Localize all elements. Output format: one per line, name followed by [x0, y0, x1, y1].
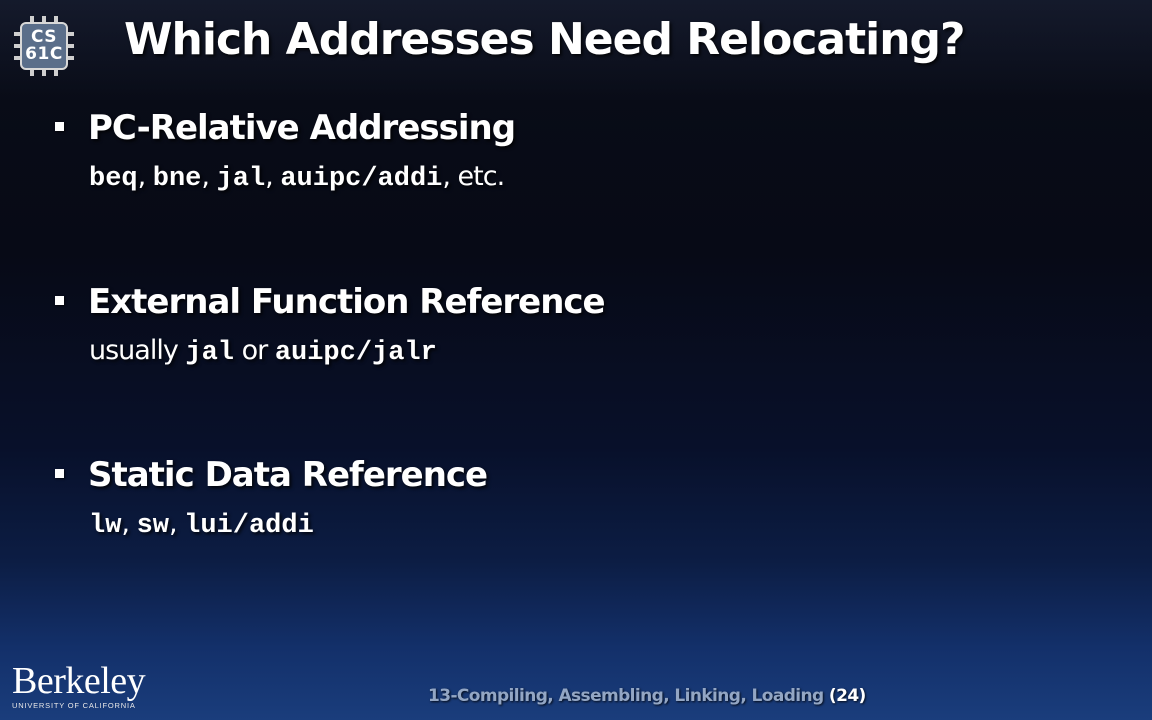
slide-footer: 13-Compiling, Assembling, Linking, Loadi…	[428, 686, 866, 706]
code-keyword: beq	[89, 164, 138, 194]
code-keyword: bne	[152, 164, 202, 194]
berkeley-subtitle: UNIVERSITY OF CALIFORNIA	[12, 701, 136, 710]
detail-text: , etc.	[442, 161, 505, 192]
detail-text: usually	[89, 335, 186, 366]
logo-chip: CS 61C	[20, 22, 68, 70]
code-keyword: lui/addi	[184, 511, 314, 541]
code-keyword: jal	[216, 164, 266, 194]
bullet-marker	[55, 469, 64, 478]
bullet-heading: External Function Reference	[88, 282, 606, 322]
bullet-heading: PC-Relative Addressing	[88, 108, 516, 148]
slide-title: Which Addresses Need Relocating?	[124, 14, 966, 65]
bullet-heading: Static Data Reference	[88, 455, 488, 495]
detail-text: ,	[137, 161, 153, 192]
code-keyword: lw	[89, 511, 122, 541]
footer-page-number: (24)	[828, 686, 866, 706]
detail-text: ,	[201, 161, 217, 192]
logo-line-2: 61C	[25, 44, 63, 64]
berkeley-wordmark: Berkeley	[12, 660, 146, 702]
code-keyword: auipc/addi	[280, 164, 443, 194]
bullet-marker	[55, 296, 64, 305]
bullet-detail: lw, sw, lui/addi	[89, 507, 314, 541]
detail-text: or	[234, 335, 275, 366]
detail-text: ,	[265, 161, 281, 192]
code-keyword: sw	[136, 511, 169, 541]
cs61c-logo: CS 61C	[12, 14, 76, 78]
code-keyword: auipc/jalr	[274, 338, 437, 368]
code-keyword: jal	[185, 338, 235, 368]
bullet-detail: usually jal or auipc/jalr	[89, 334, 437, 368]
bullet-detail: beq, bne, jal, auipc/addi, etc.	[89, 160, 505, 194]
detail-text: ,	[168, 508, 185, 539]
bullet-marker	[55, 122, 64, 131]
berkeley-logo: Berkeley UNIVERSITY OF CALIFORNIA	[12, 662, 152, 710]
detail-text: ,	[121, 508, 137, 539]
footer-lecture-title: 13-Compiling, Assembling, Linking, Loadi…	[428, 686, 824, 706]
